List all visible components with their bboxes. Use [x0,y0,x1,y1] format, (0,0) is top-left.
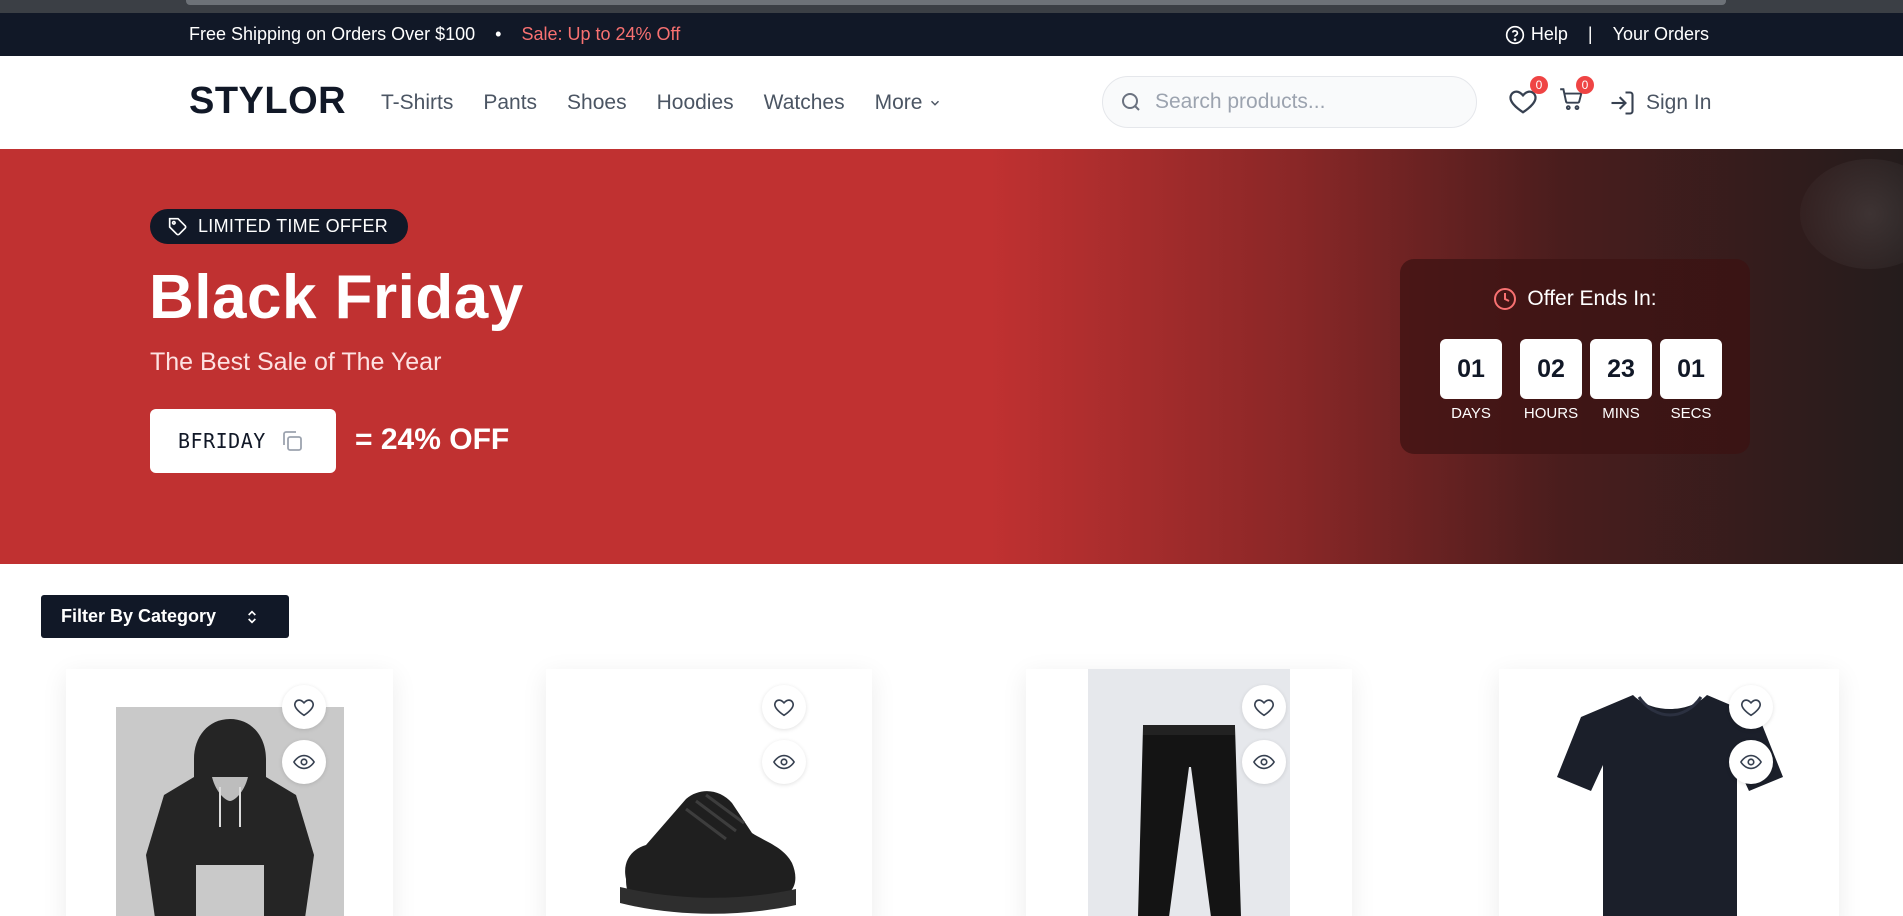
heart-icon [294,699,314,717]
heart-icon [774,699,794,717]
product-card[interactable] [1026,669,1352,916]
countdown-days-value: 01 [1440,339,1502,399]
quick-view-button[interactable] [1242,740,1286,784]
countdown-mins: 23 MINS [1590,339,1652,422]
browser-tab-edge [186,0,1726,5]
quick-view-button[interactable] [282,740,326,784]
hero-title: Black Friday [149,263,524,332]
nav-item-hoodies[interactable]: Hoodies [657,91,734,115]
wishlist-toggle-button[interactable] [762,685,806,729]
sign-in-icon [1611,90,1634,115]
nav-more-dropdown[interactable]: More [875,91,943,115]
countdown-secs-label: SECS [1670,405,1712,422]
wishlist-count-badge: 0 [1530,76,1548,94]
countdown-hours: 02 HOURS [1520,339,1582,422]
site-logo[interactable]: STYLOR [189,80,346,123]
chevron-down-icon [931,100,940,106]
tag-icon [168,217,187,235]
countdown-secs-value: 01 [1660,339,1722,399]
nav-item-tshirts[interactable]: T-Shirts [381,91,453,115]
countdown-title: Offer Ends In: [1527,287,1657,310]
hoodie-image [116,707,344,916]
hero-banner: LIMITED TIME OFFER Black Friday The Best… [0,149,1903,564]
countdown-days-label: DAYS [1451,405,1491,422]
chevron-up-down-icon [248,609,256,624]
eye-icon [1253,754,1275,770]
clock-icon [1494,288,1517,310]
eye-icon [773,754,795,770]
eye-icon [1740,754,1762,770]
wishlist-toggle-button[interactable] [1729,685,1773,729]
product-card[interactable] [546,669,872,916]
countdown-header: Offer Ends In: [1400,287,1750,311]
search-input[interactable] [1155,90,1455,114]
sign-in-label: Sign In [1646,90,1712,114]
product-card[interactable] [66,669,393,916]
bullet-separator: • [495,24,502,44]
countdown-days: 01 DAYS [1440,339,1502,422]
countdown-hours-value: 02 [1520,339,1582,399]
search-bar[interactable] [1102,76,1477,128]
filter-label: Filter By Category [61,606,217,626]
cart-button[interactable]: 0 [1558,76,1594,117]
coupon-code-box[interactable]: BFRIDAY [150,409,336,473]
countdown-panel: Offer Ends In: 01 DAYS 02 HOURS 23 MINS … [1400,259,1750,454]
nav-item-pants[interactable]: Pants [483,91,537,115]
site-header: STYLOR T-Shirts Pants Shoes Hoodies Watc… [0,56,1903,149]
wishlist-toggle-button[interactable] [282,685,326,729]
announcement-bar: Free Shipping on Orders Over $100 • Sale… [0,13,1903,56]
sign-in-button[interactable]: Sign In [1608,56,1711,149]
copy-icon[interactable] [280,429,304,453]
quick-view-button[interactable] [1729,740,1773,784]
countdown-secs: 01 SECS [1660,339,1722,422]
sneaker-image [620,791,796,914]
nav-item-shoes[interactable]: Shoes [567,91,627,115]
main-nav: T-Shirts Pants Shoes Hoodies Watches Mor… [381,56,942,149]
sale-notice: Sale: Up to 24% Off [521,24,681,44]
countdown-hours-label: HOURS [1523,405,1579,422]
help-link[interactable]: Help [1505,24,1568,45]
countdown-mins-value: 23 [1590,339,1652,399]
browser-top-strip [0,0,1903,13]
coupon-code: BFRIDAY [178,429,266,453]
product-card[interactable] [1499,669,1839,916]
limited-offer-badge: LIMITED TIME OFFER [150,209,409,244]
nav-more-label: More [874,90,923,114]
cart-count-badge: 0 [1576,76,1594,94]
heart-icon [1741,699,1761,717]
hero-subtitle: The Best Sale of The Year [150,348,442,376]
help-label: Help [1530,24,1568,44]
countdown-mins-label: MINS [1602,405,1640,422]
limited-offer-label: LIMITED TIME OFFER [198,216,389,236]
heart-icon [1254,699,1274,717]
hero-glow [1800,159,1903,269]
your-orders-link[interactable]: Your Orders [1613,24,1709,45]
help-icon [1505,25,1525,44]
quick-view-button[interactable] [762,740,806,784]
link-divider: | [1587,24,1593,44]
eye-icon [293,754,315,770]
filter-by-category-button[interactable]: Filter By Category [41,595,289,638]
wishlist-button[interactable]: 0 [1508,76,1548,121]
search-icon [1122,93,1140,111]
nav-item-watches[interactable]: Watches [764,91,845,115]
discount-text: = 24% OFF [355,423,510,456]
wishlist-toggle-button[interactable] [1242,685,1286,729]
shipping-notice: Free Shipping on Orders Over $100 [189,24,476,44]
